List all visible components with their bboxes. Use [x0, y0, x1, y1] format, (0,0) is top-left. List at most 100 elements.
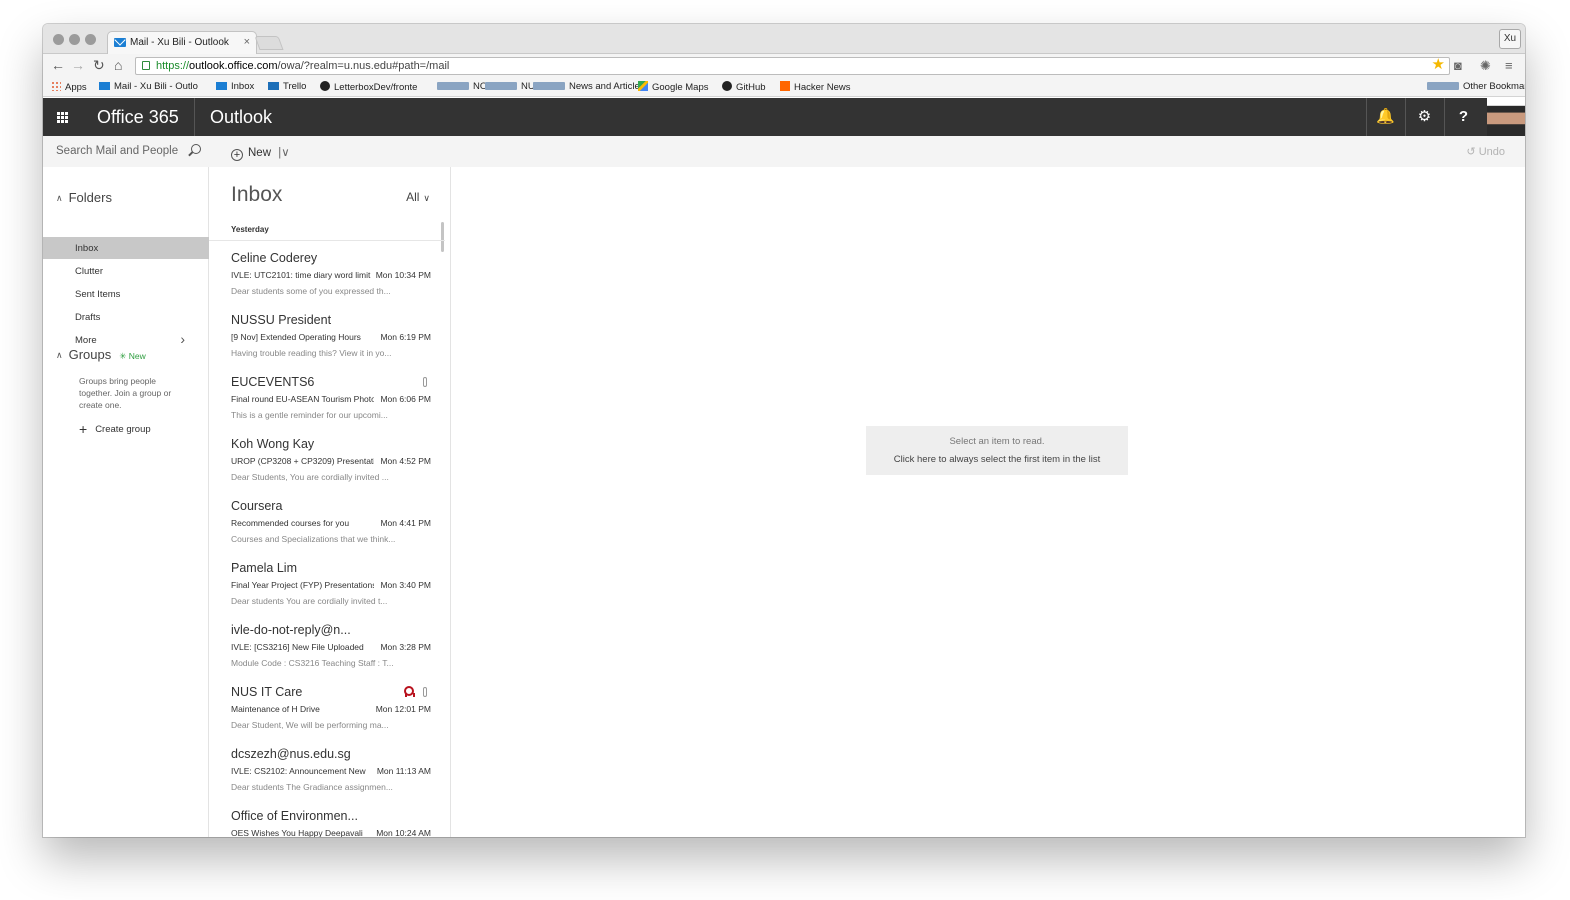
close-window-button[interactable]: [53, 34, 64, 45]
pocket-icon[interactable]: ◙: [1454, 58, 1462, 73]
help-icon[interactable]: ?: [1444, 98, 1482, 136]
message-list: Inbox All ∨ Yesterday Celine Coderey IVLE…: [209, 167, 451, 837]
folder-inbox[interactable]: Inbox: [43, 237, 209, 259]
hint-line-select: Select an item to read.: [949, 436, 1045, 447]
undo-button[interactable]: ↺ Undo: [1466, 145, 1505, 158]
groups-new-label: New: [128, 351, 146, 361]
bookmark-inbox[interactable]: Inbox: [216, 81, 254, 92]
filter-dropdown[interactable]: All ∨: [406, 190, 430, 204]
bookmark-label: Trello: [283, 81, 307, 92]
menu-icon[interactable]: ≡: [1505, 58, 1513, 73]
bookmark-letterboxdev[interactable]: LetterboxDev/fronte: [320, 81, 417, 93]
bookmark-google-maps[interactable]: Google Maps: [638, 81, 709, 93]
zoom-window-button[interactable]: [85, 34, 96, 45]
folder-icon: [1427, 82, 1459, 90]
message-preview: Dear students The Gradiance assignmen...: [231, 782, 393, 792]
search-input[interactable]: Search Mail and People: [43, 136, 209, 167]
minimize-window-button[interactable]: [69, 34, 80, 45]
message-preview: Module Code : CS3216 Teaching Staff : T.…: [231, 658, 394, 668]
bookmark-hacker-news[interactable]: Hacker News: [780, 81, 851, 93]
bookmark-apps[interactable]: Apps: [51, 81, 87, 93]
url-scheme: https://: [156, 60, 190, 72]
new-tab-button[interactable]: [254, 36, 284, 50]
bookmark-star-icon[interactable]: ★: [1432, 57, 1445, 73]
apps-grid-icon: [51, 81, 61, 91]
message-item[interactable]: dcszezh@nus.edu.sg IVLE: CS2102: Announc…: [209, 747, 445, 809]
settings-gear-icon[interactable]: ⚙: [1405, 98, 1443, 136]
scrollbar[interactable]: [441, 222, 444, 252]
message-sender: EUCEVENTS6: [231, 375, 315, 389]
folder-sent-items[interactable]: Sent Items: [43, 283, 209, 305]
groups-header-label: Groups: [68, 347, 112, 362]
date-group-label: Yesterday: [231, 225, 269, 234]
message-item[interactable]: Celine Coderey IVLE: UTC2101: time diary…: [209, 251, 445, 313]
folder-drafts[interactable]: Drafts: [43, 306, 209, 328]
message-item[interactable]: Coursera Recommended courses for you Mon…: [209, 499, 445, 561]
tab-bar: Mail - Xu Bili - Outlook × Xu: [43, 24, 1525, 55]
bookmark-news-and-articles[interactable]: News and Articles: [533, 81, 645, 92]
groups-header[interactable]: ∧ Groups ✳ New: [56, 347, 146, 362]
message-subject: UROP (CP3208 + CP3209) Presentations: [231, 456, 374, 466]
new-mail-button[interactable]: + New |∨: [231, 136, 290, 167]
message-time: Mon 11:13 AM: [376, 766, 431, 776]
message-preview: Dear Students, You are cordially invited…: [231, 472, 389, 482]
back-icon[interactable]: ←: [51, 57, 65, 73]
folder-label: Clutter: [75, 266, 103, 277]
bookmark-mail[interactable]: Mail - Xu Bili - Outlo: [99, 81, 198, 92]
message-sender: dcszezh@nus.edu.sg: [231, 747, 351, 761]
new-dropdown-icon[interactable]: |∨: [278, 147, 289, 159]
create-group-button[interactable]: + Create group: [79, 421, 151, 437]
notifications-bell-icon[interactable]: 🔔: [1366, 98, 1404, 136]
folders-header[interactable]: ∧ Folders: [56, 190, 112, 205]
message-preview: Dear students some of you expressed th..…: [231, 286, 391, 296]
tab-title: Mail - Xu Bili - Outlook: [130, 37, 229, 48]
home-icon[interactable]: ⌂: [114, 57, 122, 73]
message-sender: Celine Coderey: [231, 251, 318, 265]
lock-icon: [142, 61, 150, 70]
folder-label: Sent Items: [75, 289, 121, 300]
select-item-hint[interactable]: Select an item to read. Click here to al…: [866, 426, 1128, 475]
message-subject: Final round EU-ASEAN Tourism Photo: [231, 394, 374, 404]
bookmark-label: Other Bookmarks: [1463, 81, 1525, 92]
message-preview: Dear students You are cordially invited …: [231, 596, 388, 606]
new-label: New: [248, 147, 272, 159]
tab-close-icon[interactable]: ×: [244, 36, 250, 48]
bookmark-label: LetterboxDev/fronte: [334, 82, 418, 93]
extension-icon[interactable]: ✺: [1480, 58, 1491, 74]
message-sender: NUS IT Care: [231, 685, 303, 699]
message-item[interactable]: Koh Wong Kay UROP (CP3208 + CP3209) Pres…: [209, 437, 445, 499]
message-item[interactable]: EUCEVENTS6 Final round EU-ASEAN Tourism …: [209, 375, 445, 437]
message-subject: Final Year Project (FYP) Presentations: [231, 580, 374, 590]
chevron-up-icon: ∧: [56, 350, 63, 360]
message-item[interactable]: ivle-do-not-reply@n... IVLE: [CS3216] Ne…: [209, 623, 445, 685]
forward-icon[interactable]: →: [71, 57, 85, 73]
chevron-right-icon: ›: [180, 331, 185, 347]
profile-button[interactable]: Xu: [1499, 29, 1521, 49]
chevron-down-icon: ∨: [423, 193, 430, 203]
hint-line-always-select-first[interactable]: Click here to always select the first it…: [866, 451, 1128, 469]
suite-title[interactable]: Office 365: [97, 107, 179, 128]
app-title[interactable]: Outlook: [210, 107, 272, 128]
search-icon[interactable]: [191, 144, 201, 154]
folder-clutter[interactable]: Clutter: [43, 260, 209, 282]
bookmark-label: Google Maps: [652, 82, 709, 93]
reload-icon[interactable]: ↻: [93, 57, 105, 73]
message-item[interactable]: Pamela Lim Final Year Project (FYP) Pres…: [209, 561, 445, 623]
search-placeholder: Search Mail and People: [56, 145, 179, 157]
bookmarks-bar: Apps Mail - Xu Bili - Outlo Inbox Trello…: [43, 77, 1525, 97]
message-item[interactable]: Office of Environmen... OES Wishes You H…: [209, 809, 445, 837]
folders-header-label: Folders: [68, 190, 112, 205]
bookmark-github[interactable]: GitHub: [722, 81, 766, 93]
address-bar[interactable]: https://outlook.office.com/owa/?realm=u.…: [135, 57, 1450, 75]
browser-tab[interactable]: Mail - Xu Bili - Outlook ×: [107, 31, 257, 55]
message-item[interactable]: NUS IT Care Maintenance of H Drive Mon 1…: [209, 685, 445, 747]
filter-label: All: [406, 190, 420, 204]
app-launcher-waffle-icon[interactable]: [43, 98, 81, 136]
bookmark-trello[interactable]: Trello: [268, 81, 306, 92]
groups-new-badge[interactable]: ✳ New: [119, 351, 146, 361]
hacker-news-icon: [780, 81, 790, 91]
bookmark-other-bookmarks[interactable]: Other Bookmarks: [1427, 81, 1525, 92]
avatar[interactable]: [1487, 98, 1525, 136]
create-group-label: Create group: [95, 424, 151, 435]
message-item[interactable]: NUSSU President [9 Nov] Extended Operati…: [209, 313, 445, 375]
